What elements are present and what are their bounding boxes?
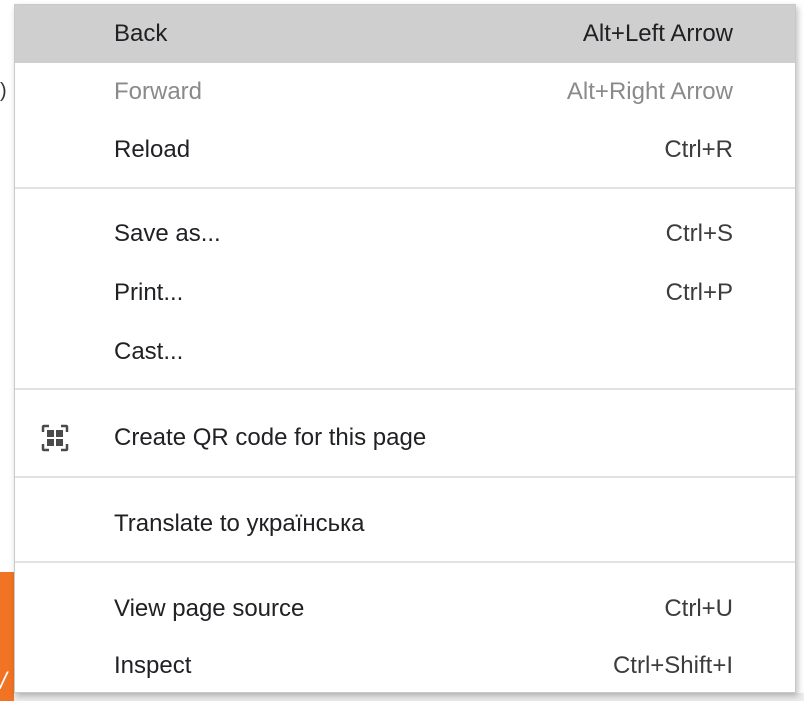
background-glyph: / (0, 668, 7, 695)
menu-item-label: Translate to українська (114, 510, 365, 537)
menu-item-shortcut: Alt+Right Arrow (566, 78, 733, 105)
qr-code-icon (41, 424, 69, 452)
menu-item-shortcut: Ctrl+S (665, 220, 733, 247)
context-menu: Back Alt+Left Arrow Forward Alt+Right Ar… (14, 4, 796, 693)
menu-item-save-as[interactable]: Save as... Ctrl+S (15, 205, 795, 263)
menu-item-label: Back (114, 20, 168, 47)
menu-item-shortcut: Ctrl+U (664, 595, 733, 622)
menu-item-create-qr[interactable]: Create QR code for this page (15, 409, 795, 467)
menu-separator (15, 388, 795, 390)
menu-item-forward[interactable]: Forward Alt+Right Arrow (15, 63, 795, 121)
menu-item-label: Save as... (114, 220, 221, 247)
menu-item-cast[interactable]: Cast... (15, 323, 795, 381)
menu-item-inspect[interactable]: Inspect Ctrl+Shift+I (15, 637, 795, 695)
menu-item-shortcut: Ctrl+R (664, 136, 733, 163)
menu-item-label: Reload (114, 136, 191, 163)
menu-item-label: View page source (114, 595, 305, 622)
menu-item-view-source[interactable]: View page source Ctrl+U (15, 580, 795, 638)
menu-separator (15, 561, 795, 563)
menu-item-label: Create QR code for this page (114, 424, 427, 451)
menu-item-label: Cast... (114, 338, 184, 365)
menu-item-label: Forward (114, 78, 203, 105)
menu-item-translate[interactable]: Translate to українська (15, 495, 795, 553)
menu-item-label: Print... (114, 279, 184, 306)
menu-item-shortcut: Ctrl+Shift+I (612, 652, 733, 679)
menu-item-back[interactable]: Back Alt+Left Arrow (15, 5, 795, 63)
menu-separator (15, 187, 795, 189)
menu-item-reload[interactable]: Reload Ctrl+R (15, 121, 795, 179)
menu-item-label: Inspect (114, 652, 192, 679)
menu-item-shortcut: Alt+Left Arrow (582, 20, 733, 47)
menu-item-print[interactable]: Print... Ctrl+P (15, 264, 795, 322)
menu-item-shortcut: Ctrl+P (665, 279, 733, 306)
menu-separator (15, 476, 795, 478)
background-text-fragment: ) (0, 80, 7, 102)
